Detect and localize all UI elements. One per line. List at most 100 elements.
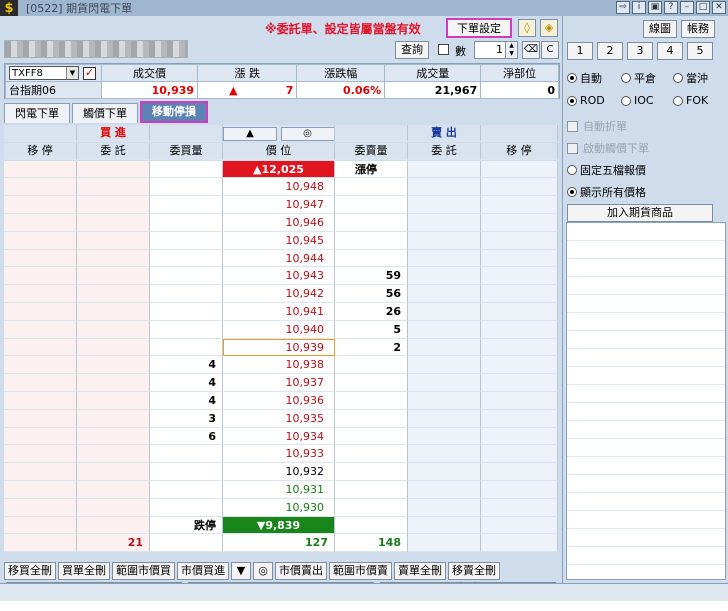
bid-qty-cell[interactable] xyxy=(150,498,223,517)
price-cell[interactable]: 10,946 xyxy=(223,213,335,232)
sell-order-cell[interactable] xyxy=(408,445,481,464)
bid-qty-cell[interactable]: 4 xyxy=(150,374,223,392)
market-sell-button[interactable]: 市價賣出 xyxy=(275,562,327,580)
sell-trail-cell[interactable] xyxy=(481,374,558,392)
ask-qty-cell[interactable]: 26 xyxy=(335,302,408,321)
radio-ioc[interactable]: IOC xyxy=(621,94,654,107)
sell-order-cell[interactable] xyxy=(408,374,481,392)
buy-trail-cell[interactable] xyxy=(4,231,77,250)
ask-qty-cell[interactable] xyxy=(335,498,408,517)
buy-order-cell[interactable] xyxy=(77,427,150,446)
ask-qty-cell[interactable]: 59 xyxy=(335,267,408,286)
bid-qty-cell[interactable]: 4 xyxy=(150,356,223,375)
bid-qty-cell[interactable] xyxy=(150,178,223,197)
range-market-buy-button[interactable]: 範圍市價買 xyxy=(112,562,175,580)
sell-order-cell[interactable] xyxy=(408,338,481,357)
price-cell[interactable]: 10,940 xyxy=(223,320,335,339)
buy-trail-cell[interactable] xyxy=(4,196,77,214)
account-button[interactable]: 帳務 xyxy=(681,20,715,38)
ask-qty-cell[interactable] xyxy=(335,178,408,197)
buy-order-cell[interactable] xyxy=(77,391,150,410)
enable-trigger-checkbox[interactable]: 啟動觸價下單 xyxy=(567,140,649,156)
price-cell[interactable]: 10,941 xyxy=(223,302,335,321)
buy-order-cell[interactable] xyxy=(77,320,150,339)
list-item[interactable] xyxy=(567,547,725,565)
add-futures-button[interactable]: 加入期貨商品 xyxy=(567,204,713,222)
bid-qty-cell[interactable] xyxy=(150,320,223,339)
bid-qty-cell[interactable] xyxy=(150,285,223,303)
market-buy-button[interactable]: 市價買進 xyxy=(177,562,229,580)
sell-order-cell[interactable] xyxy=(408,302,481,321)
delete-all-buy-button[interactable]: 買單全刪 xyxy=(58,562,110,580)
ask-qty-cell[interactable] xyxy=(335,356,408,375)
sell-trail-cell[interactable] xyxy=(481,249,558,268)
buy-order-cell[interactable] xyxy=(77,178,150,197)
sell-trail-cell[interactable] xyxy=(481,480,558,499)
order-settings-button[interactable]: 下單設定 xyxy=(446,18,512,38)
list-item[interactable] xyxy=(567,493,725,511)
sell-trail-cell[interactable] xyxy=(481,231,558,250)
sell-order-cell[interactable] xyxy=(408,391,481,410)
limit-down-price[interactable]: ▼9,839 xyxy=(223,516,335,535)
radio-show-all[interactable]: 顯示所有價格 xyxy=(567,184,646,200)
price-cell[interactable]: 10,937 xyxy=(223,374,335,392)
ask-qty-cell[interactable]: 2 xyxy=(335,338,408,357)
list-item[interactable] xyxy=(567,475,725,493)
sell-order-cell[interactable] xyxy=(408,463,481,481)
price-cell[interactable]: 10,935 xyxy=(223,409,335,428)
ask-qty-cell[interactable] xyxy=(335,463,408,481)
info-icon[interactable]: i xyxy=(632,1,646,14)
radio-close[interactable]: 平倉 xyxy=(621,70,656,86)
chart-button[interactable]: 線圖 xyxy=(643,20,677,38)
list-item[interactable] xyxy=(567,331,725,349)
radio-auto[interactable]: 自動 xyxy=(567,70,602,86)
buy-trail-cell[interactable] xyxy=(4,409,77,428)
recenter-icon[interactable]: ◎ xyxy=(253,562,273,580)
qty-input[interactable]: 1 xyxy=(474,41,506,59)
sell-order-cell[interactable] xyxy=(408,427,481,446)
center-icon[interactable]: ◎ xyxy=(280,127,334,141)
buy-order-cell[interactable] xyxy=(77,302,150,321)
qty-preset-2[interactable]: 2 xyxy=(597,42,623,60)
maximize-icon[interactable]: □ xyxy=(696,1,710,14)
sell-order-cell[interactable] xyxy=(408,409,481,428)
scroll-down-icon[interactable]: ▼ xyxy=(231,562,251,580)
buy-order-cell[interactable] xyxy=(77,338,150,357)
minimize-icon[interactable]: – xyxy=(680,1,694,14)
buy-trail-cell[interactable] xyxy=(4,338,77,357)
pin-icon[interactable]: ⇨ xyxy=(616,1,630,14)
help-icon[interactable]: ? xyxy=(664,1,678,14)
auto-split-checkbox[interactable]: 自動折單 xyxy=(567,118,627,134)
restore-icon[interactable]: ▣ xyxy=(648,1,662,14)
delete-all-buy-trail-button[interactable]: 移買全刪 xyxy=(4,562,56,580)
sell-order-cell[interactable] xyxy=(408,356,481,375)
tab-trailing-stop[interactable]: 移動停損 xyxy=(140,101,208,123)
list-item[interactable] xyxy=(567,367,725,385)
ask-qty-cell[interactable] xyxy=(335,231,408,250)
buy-trail-cell[interactable] xyxy=(4,285,77,303)
bid-qty-cell[interactable]: 4 xyxy=(150,391,223,410)
ask-qty-cell[interactable] xyxy=(335,374,408,392)
sell-trail-cell[interactable] xyxy=(481,285,558,303)
buy-order-cell[interactable] xyxy=(77,213,150,232)
sell-trail-cell[interactable] xyxy=(481,498,558,517)
ask-qty-cell[interactable] xyxy=(335,480,408,499)
bid-qty-cell[interactable] xyxy=(150,480,223,499)
buy-trail-cell[interactable] xyxy=(4,320,77,339)
buy-trail-cell[interactable] xyxy=(4,213,77,232)
sell-order-cell[interactable] xyxy=(408,480,481,499)
bid-qty-cell[interactable]: 3 xyxy=(150,409,223,428)
price-cell[interactable]: 10,932 xyxy=(223,463,335,481)
buy-trail-cell[interactable] xyxy=(4,391,77,410)
buy-order-cell[interactable] xyxy=(77,285,150,303)
range-market-sell-button[interactable]: 範圍市價賣 xyxy=(329,562,392,580)
list-item[interactable] xyxy=(567,421,725,439)
price-cell[interactable]: 10,931 xyxy=(223,480,335,499)
qty-preset-3[interactable]: 3 xyxy=(627,42,653,60)
price-cell[interactable]: 10,944 xyxy=(223,249,335,268)
buy-trail-cell[interactable] xyxy=(4,498,77,517)
query-button[interactable]: 查詢 xyxy=(395,41,429,59)
list-item[interactable] xyxy=(567,457,725,475)
scroll-up-button[interactable]: ▲ xyxy=(223,127,277,141)
sell-trail-cell[interactable] xyxy=(481,463,558,481)
